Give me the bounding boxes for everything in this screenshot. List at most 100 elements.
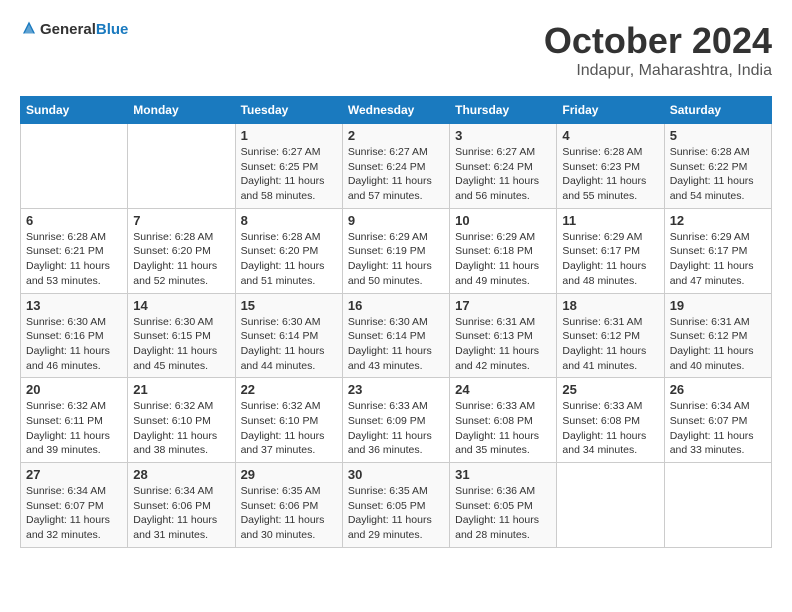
calendar-cell: 25 Sunrise: 6:33 AM Sunset: 6:08 PM Dayli… — [557, 378, 664, 463]
calendar-cell: 10 Sunrise: 6:29 AM Sunset: 6:18 PM Dayli… — [450, 208, 557, 293]
calendar-cell: 27 Sunrise: 6:34 AM Sunset: 6:07 PM Dayli… — [21, 463, 128, 548]
calendar-cell: 7 Sunrise: 6:28 AM Sunset: 6:20 PM Daylig… — [128, 208, 235, 293]
week-row-1: 1Sunrise: 6:27 AM Sunset: 6:25 PM Daylig… — [21, 124, 772, 209]
calendar-cell: 17 Sunrise: 6:31 AM Sunset: 6:13 PM Dayli… — [450, 293, 557, 378]
day-info: Sunrise: 6:30 AM Sunset: 6:14 PM Dayligh… — [348, 315, 444, 374]
calendar-table: Sunday Monday Tuesday Wednesday Thursday… — [20, 96, 772, 548]
day-number: 22 — [241, 382, 337, 397]
day-info: Sunrise: 6:35 AM Sunset: 6:05 PM Dayligh… — [348, 484, 444, 543]
calendar-cell: 22Sunrise: 6:32 AM Sunset: 6:10 PM Dayli… — [235, 378, 342, 463]
day-info: Sunrise: 6:34 AM Sunset: 6:06 PM Dayligh… — [133, 484, 229, 543]
day-info: Sunrise: 6:29 AM Sunset: 6:19 PM Dayligh… — [348, 230, 444, 289]
day-number: 28 — [133, 467, 229, 482]
day-info: Sunrise: 6:33 AM Sunset: 6:08 PM Dayligh… — [455, 399, 551, 458]
day-info: Sunrise: 6:30 AM Sunset: 6:14 PM Dayligh… — [241, 315, 337, 374]
days-of-week-row: Sunday Monday Tuesday Wednesday Thursday… — [21, 97, 772, 124]
logo-general: General — [40, 21, 96, 38]
day-info: Sunrise: 6:29 AM Sunset: 6:17 PM Dayligh… — [670, 230, 766, 289]
calendar-title: October 2024 — [544, 20, 772, 62]
day-number: 26 — [670, 382, 766, 397]
day-info: Sunrise: 6:32 AM Sunset: 6:10 PM Dayligh… — [133, 399, 229, 458]
col-friday: Friday — [557, 97, 664, 124]
day-number: 5 — [670, 128, 766, 143]
calendar-cell: 24 Sunrise: 6:33 AM Sunset: 6:08 PM Dayli… — [450, 378, 557, 463]
day-info: Sunrise: 6:28 AM Sunset: 6:20 PM Dayligh… — [133, 230, 229, 289]
calendar-cell: 5 Sunrise: 6:28 AM Sunset: 6:22 PM Daylig… — [664, 124, 771, 209]
day-info: Sunrise: 6:34 AM Sunset: 6:07 PM Dayligh… — [670, 399, 766, 458]
calendar-cell: 6 Sunrise: 6:28 AM Sunset: 6:21 PM Daylig… — [21, 208, 128, 293]
day-number: 24 — [455, 382, 551, 397]
calendar-cell: 26 Sunrise: 6:34 AM Sunset: 6:07 PM Dayli… — [664, 378, 771, 463]
calendar-cell: 1Sunrise: 6:27 AM Sunset: 6:25 PM Daylig… — [235, 124, 342, 209]
day-info: Sunrise: 6:32 AM Sunset: 6:11 PM Dayligh… — [26, 399, 122, 458]
day-number: 11 — [562, 213, 658, 228]
day-number: 10 — [455, 213, 551, 228]
day-info: Sunrise: 6:28 AM Sunset: 6:20 PM Dayligh… — [241, 230, 337, 289]
day-info: Sunrise: 6:31 AM Sunset: 6:12 PM Dayligh… — [562, 315, 658, 374]
day-info: Sunrise: 6:28 AM Sunset: 6:21 PM Dayligh… — [26, 230, 122, 289]
col-thursday: Thursday — [450, 97, 557, 124]
calendar-cell: 2 Sunrise: 6:27 AM Sunset: 6:24 PM Daylig… — [342, 124, 449, 209]
day-info: Sunrise: 6:33 AM Sunset: 6:09 PM Dayligh… — [348, 399, 444, 458]
day-number: 27 — [26, 467, 122, 482]
week-row-2: 6 Sunrise: 6:28 AM Sunset: 6:21 PM Daylig… — [21, 208, 772, 293]
day-number: 2 — [348, 128, 444, 143]
day-info: Sunrise: 6:28 AM Sunset: 6:23 PM Dayligh… — [562, 145, 658, 204]
day-info: Sunrise: 6:33 AM Sunset: 6:08 PM Dayligh… — [562, 399, 658, 458]
calendar-cell: 30Sunrise: 6:35 AM Sunset: 6:05 PM Dayli… — [342, 463, 449, 548]
day-info: Sunrise: 6:35 AM Sunset: 6:06 PM Dayligh… — [241, 484, 337, 543]
calendar-cell: 12Sunrise: 6:29 AM Sunset: 6:17 PM Dayli… — [664, 208, 771, 293]
calendar-header: Sunday Monday Tuesday Wednesday Thursday… — [21, 97, 772, 124]
day-number: 20 — [26, 382, 122, 397]
day-info: Sunrise: 6:31 AM Sunset: 6:13 PM Dayligh… — [455, 315, 551, 374]
logo-icon — [20, 20, 38, 38]
title-block: October 2024 Indapur, Maharashtra, India — [544, 20, 772, 80]
col-saturday: Saturday — [664, 97, 771, 124]
week-row-3: 13 Sunrise: 6:30 AM Sunset: 6:16 PM Dayli… — [21, 293, 772, 378]
day-info: Sunrise: 6:28 AM Sunset: 6:22 PM Dayligh… — [670, 145, 766, 204]
day-info: Sunrise: 6:30 AM Sunset: 6:16 PM Dayligh… — [26, 315, 122, 374]
day-number: 29 — [241, 467, 337, 482]
day-number: 19 — [670, 298, 766, 313]
calendar-cell: 19 Sunrise: 6:31 AM Sunset: 6:12 PM Dayli… — [664, 293, 771, 378]
calendar-cell: 14 Sunrise: 6:30 AM Sunset: 6:15 PM Dayli… — [128, 293, 235, 378]
calendar-cell: 11 Sunrise: 6:29 AM Sunset: 6:17 PM Dayli… — [557, 208, 664, 293]
day-info: Sunrise: 6:31 AM Sunset: 6:12 PM Dayligh… — [670, 315, 766, 374]
week-row-5: 27 Sunrise: 6:34 AM Sunset: 6:07 PM Dayli… — [21, 463, 772, 548]
day-number: 13 — [26, 298, 122, 313]
day-number: 15 — [241, 298, 337, 313]
calendar-cell — [664, 463, 771, 548]
calendar-cell — [557, 463, 664, 548]
calendar-cell: 13 Sunrise: 6:30 AM Sunset: 6:16 PM Dayli… — [21, 293, 128, 378]
calendar-cell: 16Sunrise: 6:30 AM Sunset: 6:14 PM Dayli… — [342, 293, 449, 378]
day-number: 17 — [455, 298, 551, 313]
day-number: 1 — [241, 128, 337, 143]
day-number: 18 — [562, 298, 658, 313]
calendar-body: 1Sunrise: 6:27 AM Sunset: 6:25 PM Daylig… — [21, 124, 772, 548]
calendar-cell: 31Sunrise: 6:36 AM Sunset: 6:05 PM Dayli… — [450, 463, 557, 548]
week-row-4: 20 Sunrise: 6:32 AM Sunset: 6:11 PM Dayli… — [21, 378, 772, 463]
page-header: General Blue October 2024 Indapur, Mahar… — [20, 20, 772, 80]
day-info: Sunrise: 6:27 AM Sunset: 6:24 PM Dayligh… — [348, 145, 444, 204]
calendar-cell: 20 Sunrise: 6:32 AM Sunset: 6:11 PM Dayli… — [21, 378, 128, 463]
day-number: 6 — [26, 213, 122, 228]
calendar-cell: 8Sunrise: 6:28 AM Sunset: 6:20 PM Daylig… — [235, 208, 342, 293]
day-info: Sunrise: 6:36 AM Sunset: 6:05 PM Dayligh… — [455, 484, 551, 543]
calendar-cell: 23Sunrise: 6:33 AM Sunset: 6:09 PM Dayli… — [342, 378, 449, 463]
day-info: Sunrise: 6:34 AM Sunset: 6:07 PM Dayligh… — [26, 484, 122, 543]
day-number: 3 — [455, 128, 551, 143]
calendar-cell — [128, 124, 235, 209]
calendar-cell — [21, 124, 128, 209]
calendar-cell: 15 Sunrise: 6:30 AM Sunset: 6:14 PM Dayli… — [235, 293, 342, 378]
day-info: Sunrise: 6:29 AM Sunset: 6:18 PM Dayligh… — [455, 230, 551, 289]
day-number: 7 — [133, 213, 229, 228]
day-number: 25 — [562, 382, 658, 397]
day-info: Sunrise: 6:27 AM Sunset: 6:24 PM Dayligh… — [455, 145, 551, 204]
col-monday: Monday — [128, 97, 235, 124]
calendar-cell: 18 Sunrise: 6:31 AM Sunset: 6:12 PM Dayli… — [557, 293, 664, 378]
day-info: Sunrise: 6:29 AM Sunset: 6:17 PM Dayligh… — [562, 230, 658, 289]
calendar-cell: 9Sunrise: 6:29 AM Sunset: 6:19 PM Daylig… — [342, 208, 449, 293]
day-number: 14 — [133, 298, 229, 313]
day-info: Sunrise: 6:30 AM Sunset: 6:15 PM Dayligh… — [133, 315, 229, 374]
day-number: 21 — [133, 382, 229, 397]
